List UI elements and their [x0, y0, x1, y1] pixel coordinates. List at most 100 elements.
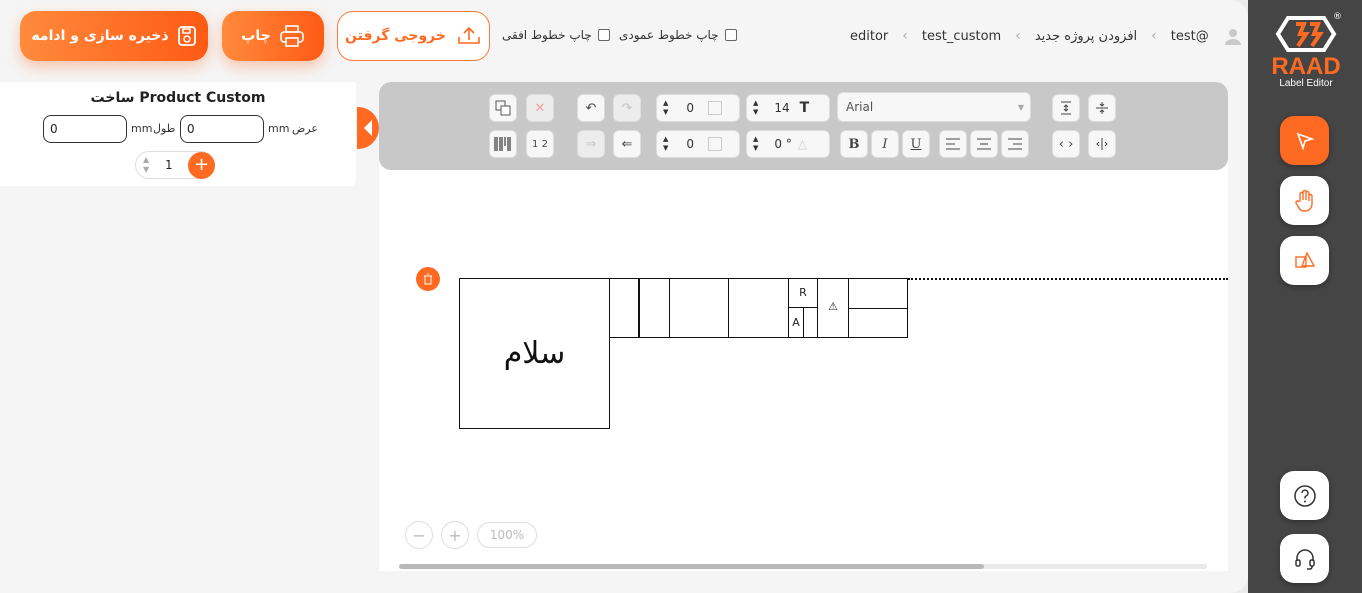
- length-label: طول: [153, 122, 176, 135]
- letter-spacing-stepper[interactable]: ▲ ▼ 0: [656, 130, 740, 158]
- zoom-in-button[interactable]: +: [441, 521, 469, 549]
- stepper-arrows-icon[interactable]: ▲ ▼: [143, 155, 149, 175]
- save-continue-button[interactable]: ذخیره سازی و ادامه: [20, 11, 208, 61]
- font-family-value: Arial: [846, 100, 874, 114]
- user-icon: [1224, 29, 1241, 45]
- breadcrumb: editor ‹ test_custom ‹ افزودن پروژه جدید…: [850, 26, 1243, 46]
- quantity-stepper[interactable]: ▲ ▼ 1 +: [135, 151, 215, 179]
- align-left-icon[interactable]: [939, 130, 967, 158]
- stepper-arrows-icon[interactable]: ▲ ▼: [753, 99, 758, 117]
- pan-tool-button[interactable]: [1280, 176, 1329, 225]
- stepper-arrows-icon[interactable]: ▲ ▼: [753, 135, 758, 153]
- shapes-tool-button[interactable]: [1280, 236, 1329, 285]
- width-input[interactable]: 0: [180, 115, 264, 143]
- save-continue-label: ذخیره سازی و ادامه: [31, 28, 169, 44]
- formatting-toolbar: ✕ ↶ ↷ ▲ ▼ 0 ▲ ▼ 14 T Arial ▼ 1 2 ⇒ ⇐ ▲ ▼…: [379, 82, 1228, 170]
- panel-title: ساخت Product Custom: [90, 90, 266, 106]
- length-input[interactable]: 0: [43, 115, 127, 143]
- symbol-cell[interactable]: [803, 307, 818, 338]
- editor-canvas[interactable]: ✕ ↶ ↷ ▲ ▼ 0 ▲ ▼ 14 T Arial ▼ 1 2 ⇒ ⇐ ▲ ▼…: [379, 82, 1228, 571]
- print-vertical-label: چاپ خطوط عمودی: [619, 28, 719, 42]
- warning-symbol-cell[interactable]: ⚠: [817, 278, 849, 338]
- underline-button[interactable]: U: [902, 130, 930, 158]
- export-label: خروجی گرفتن: [345, 28, 446, 44]
- align-horizontal-center-icon[interactable]: [1088, 130, 1116, 158]
- help-button[interactable]: [1280, 471, 1329, 520]
- horizontal-scrollbar[interactable]: [399, 564, 1207, 569]
- label-boundary-line: [908, 278, 1228, 280]
- font-size-stepper[interactable]: ▲ ▼ 14 T: [746, 94, 830, 122]
- chevron-left-icon: ‹: [902, 28, 908, 44]
- brand-subtitle: Label Editor: [1279, 78, 1333, 89]
- scrollbar-thumb[interactable]: [399, 564, 984, 569]
- registered-mark: ®: [1333, 12, 1342, 22]
- chevron-left-icon: ‹: [1151, 28, 1157, 44]
- undo-icon[interactable]: ↶: [577, 94, 605, 122]
- duplicate-icon[interactable]: [489, 94, 517, 122]
- barcode-icon[interactable]: [489, 130, 517, 158]
- logo-mark-icon: [1275, 16, 1337, 52]
- breadcrumb-item-editor[interactable]: editor: [850, 29, 888, 44]
- symbol-cell-a[interactable]: A: [788, 307, 804, 338]
- stepper-arrows-icon[interactable]: ▲ ▼: [663, 135, 668, 153]
- font-size-value: 14: [774, 101, 790, 115]
- cell-a-text: A: [792, 316, 800, 329]
- print-button[interactable]: چاپ: [222, 11, 324, 61]
- zoom-out-button[interactable]: −: [405, 521, 433, 549]
- symbol-cell[interactable]: [669, 278, 729, 338]
- breadcrumb-item-project[interactable]: test_custom: [922, 29, 1001, 44]
- font-family-select[interactable]: Arial ▼: [837, 92, 1031, 122]
- length-unit: mm: [131, 122, 153, 135]
- export-button[interactable]: خروجی گرفتن: [337, 11, 490, 61]
- breadcrumb-user[interactable]: test@: [1171, 29, 1209, 44]
- support-button[interactable]: [1280, 534, 1329, 583]
- rotation-value: 0 °: [774, 137, 792, 151]
- italic-button[interactable]: I: [871, 130, 899, 158]
- symbol-cell[interactable]: [728, 278, 789, 338]
- add-quantity-button[interactable]: +: [188, 152, 215, 179]
- print-horizontal-lines-toggle[interactable]: چاپ خطوط افقی: [502, 28, 610, 42]
- letter-spacing-icon: [708, 137, 723, 151]
- warning-icon: ⚠: [828, 300, 838, 313]
- hand-icon: [1294, 189, 1313, 212]
- align-vertical-top-icon[interactable]: [1052, 94, 1080, 122]
- align-vertical-center-icon[interactable]: [1088, 94, 1116, 122]
- width-unit: mm: [268, 122, 290, 135]
- stepper-arrows-icon[interactable]: ▲ ▼: [663, 99, 668, 117]
- line-spacing-stepper[interactable]: ▲ ▼ 0: [656, 94, 740, 122]
- question-icon: [1293, 484, 1316, 507]
- delete-element-button[interactable]: [416, 267, 440, 291]
- line-height-icon: [708, 101, 723, 115]
- label-text-box[interactable]: سلام: [459, 278, 610, 429]
- rotation-stepper[interactable]: ▲ ▼ 0 ° △: [746, 130, 830, 158]
- numbering-icon[interactable]: 1 2: [526, 130, 554, 158]
- delete-x-icon[interactable]: ✕: [526, 94, 554, 122]
- redo-icon[interactable]: ↷: [613, 94, 641, 122]
- width-label: عرض: [292, 122, 318, 135]
- upload-icon: [458, 26, 480, 44]
- breadcrumb-item-new-project[interactable]: افزودن پروژه جدید: [1035, 29, 1137, 44]
- send-forward-icon[interactable]: ⇒: [577, 130, 605, 158]
- printer-icon: [279, 25, 304, 47]
- brand-name: RAAD: [1271, 53, 1341, 80]
- bold-button[interactable]: B: [840, 130, 868, 158]
- print-horizontal-checkbox[interactable]: [597, 29, 610, 41]
- align-right-icon[interactable]: [1001, 130, 1029, 158]
- send-backward-icon[interactable]: ⇐: [613, 130, 641, 158]
- save-disk-icon: [177, 26, 196, 46]
- align-center-icon[interactable]: [970, 130, 998, 158]
- align-horizontal-edges-icon[interactable]: ‹ ›: [1052, 130, 1080, 158]
- zoom-level[interactable]: 100%: [477, 522, 537, 548]
- collapse-panel-button[interactable]: [357, 107, 379, 149]
- symbol-cell[interactable]: [638, 278, 670, 338]
- symbol-cell[interactable]: [848, 308, 908, 338]
- print-horizontal-label: چاپ خطوط افقی: [502, 28, 592, 42]
- symbol-cell[interactable]: [609, 278, 639, 338]
- text-size-icon: T: [799, 100, 810, 116]
- symbol-cell-r[interactable]: R: [788, 278, 818, 308]
- print-vertical-lines-toggle[interactable]: چاپ خطوط عمودی: [619, 28, 737, 42]
- chevron-left-icon: ‹: [1015, 28, 1021, 44]
- select-tool-button[interactable]: [1280, 116, 1329, 165]
- symbol-cell[interactable]: [848, 278, 908, 309]
- print-vertical-checkbox[interactable]: [724, 29, 737, 41]
